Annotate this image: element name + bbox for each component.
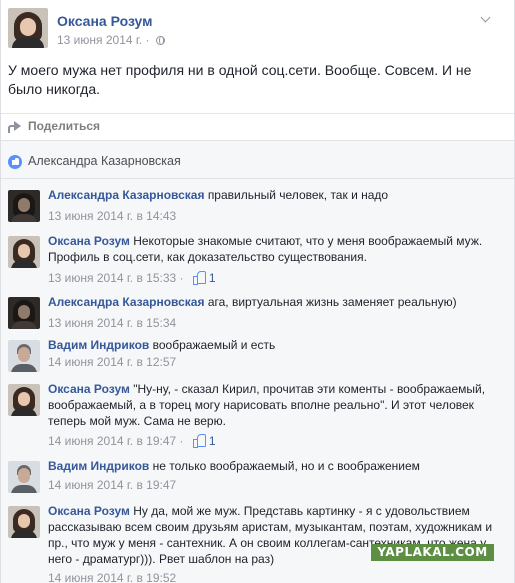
- comment-timestamp[interactable]: 14 июня 2014 г. в 19:47: [48, 434, 176, 448]
- comment-body: Оксана Розум Некоторые знакомые считают,…: [48, 233, 503, 265]
- post-date[interactable]: 13 июня 2014 г.: [57, 33, 142, 47]
- comment-avatar[interactable]: [8, 506, 40, 538]
- comment-body: Александра Казарновская правильный челов…: [48, 187, 503, 203]
- post-text: У моего мужа нет профиля ни в одной соц.…: [8, 62, 472, 97]
- comment: Оксана Розум Некоторые знакомые считают,…: [8, 233, 508, 289]
- comment-body: Вадим Индриков воображаемый и есть: [48, 337, 503, 353]
- comment-text: воображаемый и есть: [152, 338, 276, 352]
- facebook-post: Оксана Розум 13 июня 2014 г. · У моего м…: [0, 0, 515, 583]
- comment-timestamp[interactable]: 14 июня 2014 г. в 12:57: [48, 355, 176, 369]
- comment-timestamp[interactable]: 14 июня 2014 г. в 19:52: [48, 571, 176, 583]
- post-meta: 13 июня 2014 г. ·: [57, 33, 165, 47]
- comment-body: Александра Казарновская ага, виртуальная…: [48, 294, 503, 310]
- comment-body: Вадим Индриков не только воображаемый, н…: [48, 458, 503, 474]
- comment-meta: 14 июня 2014 г. в 12:57: [48, 355, 176, 369]
- chevron-down-icon[interactable]: [480, 14, 492, 26]
- comment-author[interactable]: Вадим Индриков: [48, 459, 149, 473]
- share-label: Поделиться: [28, 119, 101, 133]
- comment-timestamp[interactable]: 13 июня 2014 г. в 15:34: [48, 316, 176, 330]
- comment-avatar[interactable]: [8, 384, 40, 416]
- comment-meta: 14 июня 2014 г. в 19:47 · 1: [48, 434, 216, 448]
- meta-separator: ·: [176, 434, 187, 448]
- comment-meta: 13 июня 2014 г. в 15:34: [48, 316, 176, 330]
- comment-author[interactable]: Вадим Индриков: [48, 338, 149, 352]
- thumb-icon: [192, 434, 206, 448]
- comment-timestamp[interactable]: 14 июня 2014 г. в 19:47: [48, 478, 176, 492]
- comment-like-count[interactable]: 1: [209, 434, 216, 448]
- comment: Оксана Розум "Ну-ну, - сказал Кирил, про…: [8, 381, 508, 457]
- comment-author[interactable]: Оксана Розум: [48, 234, 130, 248]
- comment-text: правильный человек, так и надо: [207, 188, 389, 202]
- comment-text: ага, виртуальная жизнь заменяет реальную…: [207, 295, 457, 309]
- likes-row: Александра Казарновская: [1, 141, 514, 179]
- post-actions: Поделиться: [1, 113, 514, 139]
- post-author-name[interactable]: Оксана Розум: [57, 13, 153, 29]
- comment-author[interactable]: Оксана Розум: [48, 382, 130, 396]
- likes-name[interactable]: Александра Казарновская: [28, 154, 181, 168]
- comment-author[interactable]: Александра Казарновская: [48, 188, 204, 202]
- comment-avatar[interactable]: [8, 236, 40, 268]
- thumb-icon: [192, 271, 206, 285]
- comment-like-count[interactable]: 1: [209, 271, 216, 285]
- comment: Оксана Розум Ну да, мой же муж. Представ…: [8, 503, 508, 583]
- author-avatar[interactable]: [8, 8, 48, 48]
- comments-section: Александра Казарновская Александра Казар…: [1, 140, 514, 583]
- comment-author[interactable]: Оксана Розум: [48, 504, 130, 518]
- comment-avatar[interactable]: [8, 297, 40, 329]
- site-watermark: YAPLAKAL.COM: [371, 544, 494, 561]
- comment: Вадим Индриков воображаемый и есть 14 ию…: [8, 337, 508, 375]
- comment-body: Оксана Розум "Ну-ну, - сказал Кирил, про…: [48, 381, 503, 429]
- share-icon: [8, 120, 22, 133]
- globe-icon[interactable]: [155, 36, 165, 45]
- post-header: Оксана Розум 13 июня 2014 г. ·: [8, 8, 508, 52]
- comment-meta: 14 июня 2014 г. в 19:47: [48, 478, 176, 492]
- comment-meta: 14 июня 2014 г. в 19:52: [48, 571, 176, 583]
- comment-avatar[interactable]: [8, 461, 40, 493]
- comment: Александра Казарновская ага, виртуальная…: [8, 294, 508, 334]
- comment-timestamp[interactable]: 13 июня 2014 г. в 15:33: [48, 271, 176, 285]
- meta-separator: ·: [176, 271, 187, 285]
- like-icon: [8, 155, 22, 169]
- comment-avatar[interactable]: [8, 190, 40, 222]
- comment-meta: 13 июня 2014 г. в 15:33 · 1: [48, 271, 216, 285]
- comment-avatar[interactable]: [8, 340, 40, 372]
- comment-author[interactable]: Александра Казарновская: [48, 295, 204, 309]
- comment-text: не только воображаемый, но и с воображен…: [152, 459, 420, 473]
- comment-meta: 13 июня 2014 г. в 14:43: [48, 209, 176, 223]
- meta-separator: ·: [145, 33, 153, 47]
- comment-timestamp[interactable]: 13 июня 2014 г. в 14:43: [48, 209, 176, 223]
- comment: Вадим Индриков не только воображаемый, н…: [8, 458, 508, 496]
- share-button[interactable]: Поделиться: [8, 119, 100, 133]
- comment: Александра Казарновская правильный челов…: [8, 187, 508, 225]
